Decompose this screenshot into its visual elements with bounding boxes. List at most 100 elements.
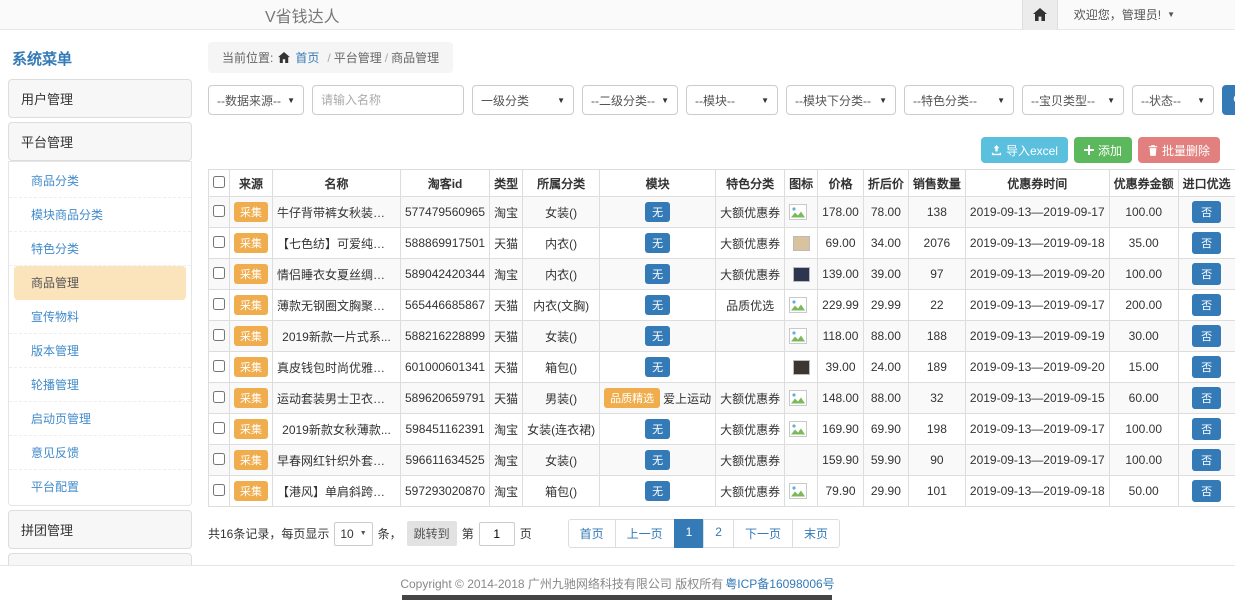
module-badge[interactable]: 无 [645, 202, 670, 222]
row-checkbox[interactable] [213, 453, 225, 465]
filter-select-一级分类[interactable]: 一级分类▼ [472, 85, 574, 115]
home-button[interactable] [1022, 0, 1058, 30]
row-checkbox[interactable] [213, 298, 225, 310]
sidebar-item-商品分类[interactable]: 商品分类 [9, 164, 191, 198]
import-select-toggle[interactable]: 否 [1192, 356, 1221, 378]
source-cell: 采集 [230, 321, 273, 352]
breadcrumb-prefix: 当前位置: [222, 49, 273, 66]
module-badge[interactable]: 无 [645, 419, 670, 439]
import-select-toggle[interactable]: 否 [1192, 480, 1221, 502]
page-number-input[interactable] [479, 522, 515, 546]
select-all-checkbox[interactable] [213, 176, 225, 188]
coupon-amount: 100.00 [1109, 414, 1178, 445]
sidebar-group-拼团管理[interactable]: 拼团管理 [8, 510, 192, 549]
page-button-2[interactable]: 2 [703, 519, 734, 548]
source-badge[interactable]: 采集 [234, 419, 268, 439]
jump-button[interactable]: 跳转到 [407, 521, 457, 546]
source-badge[interactable]: 采集 [234, 357, 268, 377]
import-select-toggle[interactable]: 否 [1192, 418, 1221, 440]
user-menu[interactable]: 欢迎您，管理员! ▼ [1058, 6, 1235, 23]
row-checkbox[interactable] [213, 267, 225, 279]
row-checkbox[interactable] [213, 422, 225, 434]
broken-image-icon [789, 297, 813, 313]
filter-select-状态[interactable]: --状态--▼ [1132, 85, 1214, 115]
filter-select-数据来源[interactable]: --数据来源--▼ [208, 85, 304, 115]
source-badge[interactable]: 采集 [234, 481, 268, 501]
search-button[interactable]: 查询 [1222, 85, 1235, 115]
coupon-amount: 100.00 [1109, 197, 1178, 228]
filter-select-特色分类[interactable]: --特色分类--▼ [904, 85, 1014, 115]
sidebar-item-商品管理[interactable]: 商品管理 [14, 266, 186, 300]
product-type: 天猫 [490, 383, 523, 414]
sidebar-item-版本管理[interactable]: 版本管理 [9, 334, 191, 368]
module-badge[interactable]: 无 [645, 233, 670, 253]
name-search-input[interactable] [312, 85, 464, 115]
import-select-toggle[interactable]: 否 [1192, 232, 1221, 254]
source-badge[interactable]: 采集 [234, 450, 268, 470]
sidebar-group-平台管理[interactable]: 平台管理 [8, 122, 192, 161]
icp-link[interactable]: 粤ICP备16098006号 [725, 575, 834, 592]
module-badge[interactable]: 无 [645, 264, 670, 284]
sidebar-item-宣传物料[interactable]: 宣传物料 [9, 300, 191, 334]
page-button-1[interactable]: 1 [674, 519, 705, 548]
row-checkbox[interactable] [213, 329, 225, 341]
row-checkbox[interactable] [213, 360, 225, 372]
module-badge[interactable]: 无 [645, 295, 670, 315]
source-cell: 采集 [230, 352, 273, 383]
module-badge[interactable]: 无 [645, 481, 670, 501]
source-badge[interactable]: 采集 [234, 326, 268, 346]
source-cell: 采集 [230, 290, 273, 321]
page-button-下一页[interactable]: 下一页 [733, 519, 793, 548]
source-badge[interactable]: 采集 [234, 233, 268, 253]
filter-select-宝贝类型[interactable]: --宝贝类型--▼ [1022, 85, 1124, 115]
import-select-toggle[interactable]: 否 [1192, 294, 1221, 316]
page-button-上一页[interactable]: 上一页 [615, 519, 675, 548]
filter-select-模块下分类[interactable]: --模块下分类--▼ [786, 85, 896, 115]
feature-category: 大额优惠券 [716, 383, 785, 414]
import-excel-button[interactable]: 导入excel [981, 137, 1068, 163]
breadcrumb-home-link[interactable]: 首页 [295, 49, 319, 66]
home-icon [278, 52, 290, 63]
module-cell-td: 无 [600, 414, 716, 445]
row-checkbox[interactable] [213, 484, 225, 496]
import-select-toggle[interactable]: 否 [1192, 201, 1221, 223]
filter-select-模块[interactable]: --模块--▼ [686, 85, 778, 115]
row-checkbox[interactable] [213, 205, 225, 217]
source-badge[interactable]: 采集 [234, 202, 268, 222]
add-button[interactable]: 添加 [1074, 137, 1132, 163]
module-badge[interactable]: 品质精选 [604, 388, 660, 408]
module-badge[interactable]: 无 [645, 450, 670, 470]
sidebar-item-模块商品分类[interactable]: 模块商品分类 [9, 198, 191, 232]
module-wrap: 无 [645, 202, 670, 222]
source-badge[interactable]: 采集 [234, 264, 268, 284]
page-button-首页[interactable]: 首页 [568, 519, 616, 548]
batch-delete-button[interactable]: 批量删除 [1138, 137, 1220, 163]
import-select-toggle[interactable]: 否 [1192, 325, 1221, 347]
import-select-toggle[interactable]: 否 [1192, 387, 1221, 409]
sales-count: 32 [908, 383, 965, 414]
sidebar-item-特色分类[interactable]: 特色分类 [9, 232, 191, 266]
module-cell-td: 无 [600, 259, 716, 290]
column-header-名称: 名称 [273, 170, 401, 197]
filter-select-二级分类[interactable]: --二级分类--▼ [582, 85, 678, 115]
module-badge[interactable]: 无 [645, 326, 670, 346]
row-checkbox[interactable] [213, 391, 225, 403]
module-badge[interactable]: 无 [645, 357, 670, 377]
sidebar-item-启动页管理[interactable]: 启动页管理 [9, 402, 191, 436]
import-select-toggle[interactable]: 否 [1192, 263, 1221, 285]
sidebar-item-意见反馈[interactable]: 意见反馈 [9, 436, 191, 470]
sidebar-item-平台配置[interactable]: 平台配置 [9, 470, 191, 503]
row-checkbox[interactable] [213, 236, 225, 248]
source-badge[interactable]: 采集 [234, 295, 268, 315]
price: 39.00 [818, 352, 864, 383]
source-badge[interactable]: 采集 [234, 388, 268, 408]
sidebar-group-用户管理[interactable]: 用户管理 [8, 79, 192, 118]
table-row: 采集2019新款一片式系...588216228899天猫女装()无118.00… [209, 321, 1235, 352]
per-page-select[interactable]: 10 ▼ [334, 522, 372, 546]
page-button-末页[interactable]: 末页 [792, 519, 840, 548]
sidebar-item-轮播管理[interactable]: 轮播管理 [9, 368, 191, 402]
row-select-cell [209, 197, 230, 228]
feature-category: 大额优惠券 [716, 228, 785, 259]
filter-select-value: --数据来源-- [217, 92, 281, 109]
import-select-toggle[interactable]: 否 [1192, 449, 1221, 471]
